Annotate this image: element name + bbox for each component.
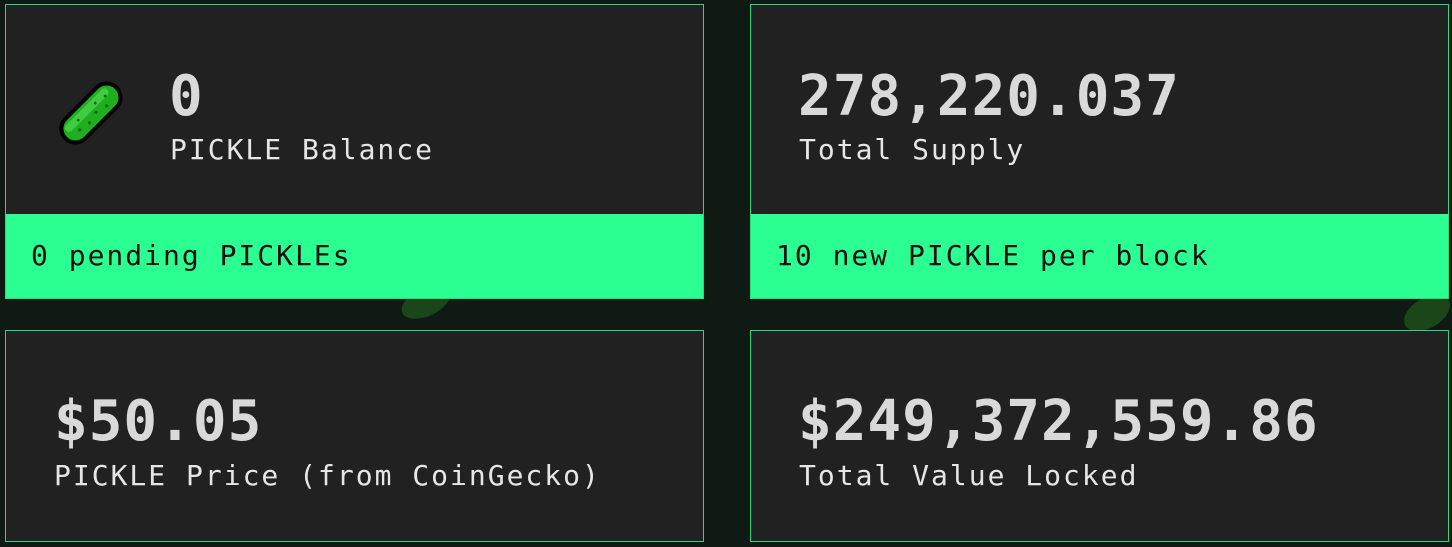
pending-pickles-footer: 0 pending PICKLEs [6, 214, 703, 298]
pickle-per-block-footer: 10 new PICKLE per block [751, 214, 1448, 298]
pickle-price-label: PICKLE Price (from CoinGecko) [54, 459, 601, 492]
pending-pickles-text: 0 pending PICKLEs [31, 239, 352, 272]
total-value-locked-value: $249,372,559.86 [798, 389, 1319, 454]
pickle-per-block-text: 10 new PICKLE per block [776, 239, 1210, 272]
total-supply-label: Total Supply [799, 133, 1026, 166]
total-supply-value: 278,220.037 [798, 64, 1180, 129]
pickle-price-value: $50.05 [54, 389, 263, 454]
pickle-balance-value: 0 [169, 64, 204, 129]
total-value-locked-card: $249,372,559.86 Total Value Locked [750, 330, 1449, 542]
pickle-price-card: $50.05 PICKLE Price (from CoinGecko) [5, 330, 704, 542]
total-supply-card: 278,220.037 Total Supply 10 new PICKLE p… [750, 4, 1449, 299]
total-value-locked-label: Total Value Locked [799, 459, 1139, 492]
pickle-balance-card: 0 PICKLE Balance 0 pending PICKLEs [5, 4, 704, 299]
pickle-balance-label: PICKLE Balance [170, 133, 435, 166]
pickle-icon [51, 73, 131, 153]
dashboard-page: 0 PICKLE Balance 0 pending PICKLEs 278,2… [0, 0, 1452, 547]
